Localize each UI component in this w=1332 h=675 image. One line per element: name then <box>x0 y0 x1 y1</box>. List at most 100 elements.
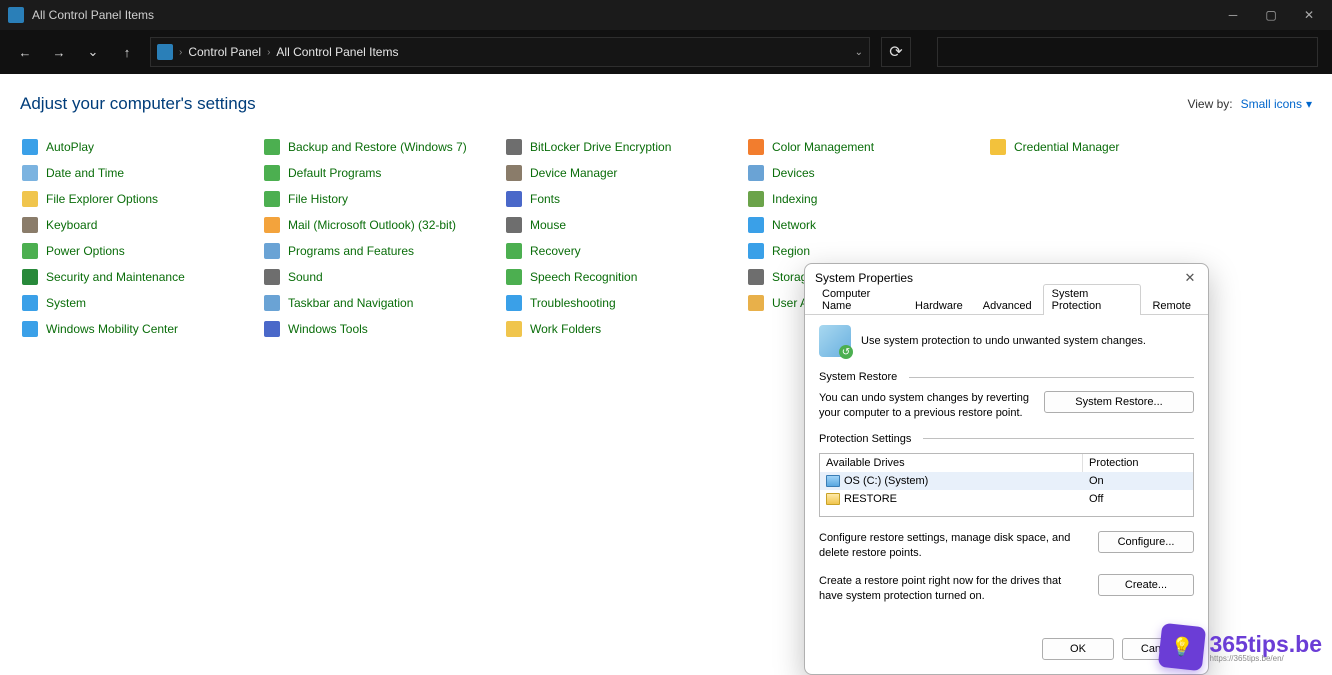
search-input[interactable] <box>937 37 1318 67</box>
item-label: Recovery <box>530 244 581 258</box>
control-panel-item[interactable]: Work Folders <box>506 320 734 338</box>
control-panel-item[interactable]: Mail (Microsoft Outlook) (32-bit) <box>264 216 492 234</box>
item-icon <box>748 295 764 311</box>
drive-protection: On <box>1083 475 1193 487</box>
item-icon <box>264 269 280 285</box>
maximize-button[interactable]: ▢ <box>1264 8 1278 22</box>
control-panel-item[interactable]: Keyboard <box>22 216 250 234</box>
tab-computer-name[interactable]: Computer Name <box>813 284 904 315</box>
item-label: Mouse <box>530 218 566 232</box>
configure-button[interactable]: Configure... <box>1098 531 1194 553</box>
drive-protection: Off <box>1083 493 1193 505</box>
address-dropdown-icon[interactable]: ⌄ <box>855 47 863 58</box>
control-panel-item[interactable]: File Explorer Options <box>22 190 250 208</box>
control-panel-item[interactable]: Security and Maintenance <box>22 268 250 286</box>
control-panel-item[interactable]: Sound <box>264 268 492 286</box>
item-icon <box>264 165 280 181</box>
item-label: AutoPlay <box>46 140 94 154</box>
dialog-close-button[interactable]: ✕ <box>1182 270 1198 286</box>
item-icon <box>748 243 764 259</box>
item-label: Date and Time <box>46 166 124 180</box>
control-panel-item[interactable]: Programs and Features <box>264 242 492 260</box>
item-label: Indexing <box>772 192 817 206</box>
item-icon <box>506 295 522 311</box>
item-label: Speech Recognition <box>530 270 637 284</box>
control-panel-item[interactable]: Windows Tools <box>264 320 492 338</box>
control-panel-item[interactable]: Devices <box>748 164 976 182</box>
control-panel-item[interactable]: Recovery <box>506 242 734 260</box>
control-panel-item[interactable]: Power Options <box>22 242 250 260</box>
drive-row[interactable]: OS (C:) (System)On <box>820 472 1193 490</box>
dialog-tabs: Computer NameHardwareAdvancedSystem Prot… <box>805 292 1208 315</box>
control-panel-item[interactable]: Device Manager <box>506 164 734 182</box>
minimize-button[interactable]: ─ <box>1226 8 1240 22</box>
create-button[interactable]: Create... <box>1098 574 1194 596</box>
control-panel-item[interactable]: Taskbar and Navigation <box>264 294 492 312</box>
forward-button[interactable]: → <box>48 41 70 63</box>
item-icon <box>22 139 38 155</box>
item-icon <box>22 165 38 181</box>
tab-remote[interactable]: Remote <box>1143 296 1200 315</box>
tab-advanced[interactable]: Advanced <box>974 296 1041 315</box>
chevron-right-icon: › <box>179 47 182 58</box>
ok-button[interactable]: OK <box>1042 638 1114 660</box>
item-label: Network <box>772 218 816 232</box>
control-panel-item[interactable]: Indexing <box>748 190 976 208</box>
control-panel-item[interactable]: Region <box>748 242 976 260</box>
restore-text: You can undo system changes by reverting… <box>819 391 1034 421</box>
control-panel-item[interactable]: BitLocker Drive Encryption <box>506 138 734 156</box>
control-panel-item[interactable]: Mouse <box>506 216 734 234</box>
control-panel-item[interactable]: File History <box>264 190 492 208</box>
view-by: View by: Small icons ▾ <box>1187 97 1312 111</box>
item-icon <box>506 243 522 259</box>
back-button[interactable]: ← <box>14 41 36 63</box>
dialog-title: System Properties <box>815 271 913 285</box>
item-label: Mail (Microsoft Outlook) (32-bit) <box>288 218 456 232</box>
item-label: Programs and Features <box>288 244 414 258</box>
item-label: Region <box>772 244 810 258</box>
page-title: Adjust your computer's settings <box>20 94 256 114</box>
drive-row[interactable]: RESTOREOff <box>820 490 1193 508</box>
control-panel-item[interactable]: Backup and Restore (Windows 7) <box>264 138 492 156</box>
drives-list[interactable]: Available Drives Protection OS (C:) (Sys… <box>819 453 1194 517</box>
system-restore-button[interactable]: System Restore... <box>1044 391 1194 413</box>
control-panel-item[interactable]: Credential Manager <box>990 138 1218 156</box>
refresh-button[interactable]: ⟳ <box>881 37 911 67</box>
item-label: Windows Tools <box>288 322 368 336</box>
view-by-label: View by: <box>1187 97 1232 111</box>
control-panel-item[interactable]: Date and Time <box>22 164 250 182</box>
item-icon <box>990 139 1006 155</box>
chevron-down-icon: ▾ <box>1306 97 1312 111</box>
item-label: Troubleshooting <box>530 296 616 310</box>
control-panel-item[interactable]: Network <box>748 216 976 234</box>
control-panel-item[interactable]: AutoPlay <box>22 138 250 156</box>
title-bar: All Control Panel Items ─ ▢ ✕ <box>0 0 1332 30</box>
control-panel-item[interactable]: Fonts <box>506 190 734 208</box>
tab-system-protection[interactable]: System Protection <box>1043 284 1142 315</box>
control-panel-item[interactable]: Windows Mobility Center <box>22 320 250 338</box>
breadcrumb-current[interactable]: All Control Panel Items <box>276 45 398 59</box>
control-panel-item[interactable]: System <box>22 294 250 312</box>
col-available-drives: Available Drives <box>820 454 1083 472</box>
item-icon <box>22 191 38 207</box>
item-icon <box>748 139 764 155</box>
drive-icon <box>826 493 840 505</box>
item-icon <box>22 243 38 259</box>
control-panel-item[interactable]: Speech Recognition <box>506 268 734 286</box>
item-label: Taskbar and Navigation <box>288 296 413 310</box>
control-panel-item[interactable]: Default Programs <box>264 164 492 182</box>
control-panel-item[interactable]: Troubleshooting <box>506 294 734 312</box>
item-label: Windows Mobility Center <box>46 322 178 336</box>
item-label: Device Manager <box>530 166 617 180</box>
recent-dropdown[interactable]: ⌄ <box>82 41 104 63</box>
item-label: Keyboard <box>46 218 97 232</box>
view-by-dropdown[interactable]: Small icons ▾ <box>1241 97 1312 111</box>
control-panel-item[interactable]: Color Management <box>748 138 976 156</box>
app-icon <box>8 7 24 23</box>
tab-hardware[interactable]: Hardware <box>906 296 972 315</box>
item-label: Color Management <box>772 140 874 154</box>
breadcrumb-root[interactable]: Control Panel <box>188 45 261 59</box>
address-bar[interactable]: › Control Panel › All Control Panel Item… <box>150 37 870 67</box>
close-button[interactable]: ✕ <box>1302 8 1316 22</box>
up-button[interactable]: ↑ <box>116 41 138 63</box>
